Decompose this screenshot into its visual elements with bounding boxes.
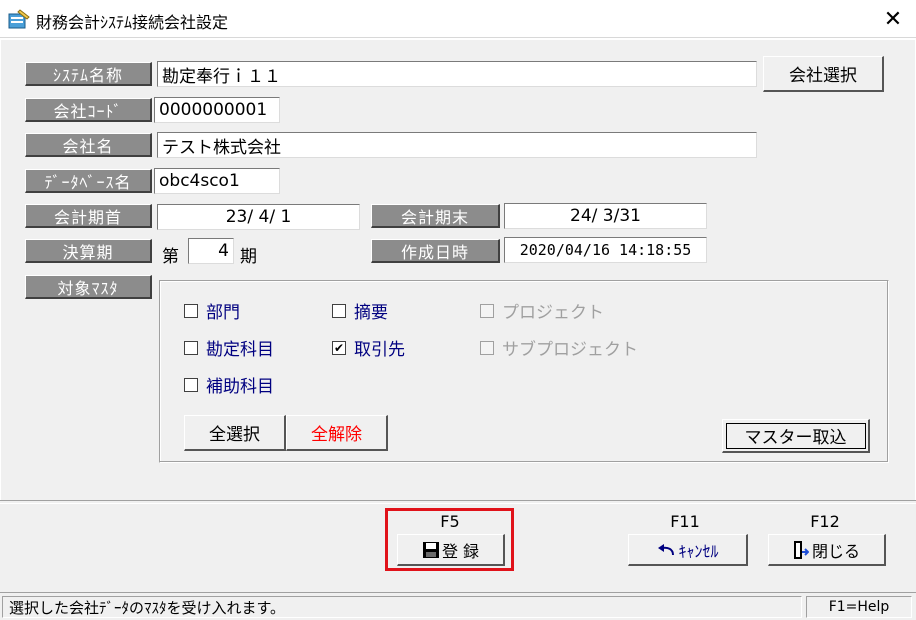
closing-period-prefix: 第 [162,247,179,267]
deselect-all-button[interactable]: 全解除 [286,415,388,451]
checkbox-label: 勘定科目 [206,340,274,360]
closing-period-suffix: 期 [240,247,257,267]
system-name-label: ｼｽﾃﾑ名称 [25,62,152,86]
master-import-button[interactable]: マスター取込 [722,419,870,453]
cancel-button-label: ｷｬﾝｾﾙ [678,541,719,561]
target-master-label: 対象ﾏｽﾀ [25,275,152,299]
close-button[interactable]: 閉じる [768,534,886,566]
fiscal-end-field[interactable]: 24/ 3/31 [504,203,707,229]
app-icon [8,9,30,29]
checkbox-account[interactable]: 勘定科目 [184,335,274,360]
close-button-label: 閉じる [811,541,860,561]
cancel-button[interactable]: ｷｬﾝｾﾙ [628,534,748,566]
exit-door-icon [793,540,809,559]
checkbox-box[interactable] [184,377,198,392]
dialog-window: 財務会計ｼｽﾃﾑ接続会社設定 ✕ ｼｽﾃﾑ名称 勘定奉行ｉ１１ 会社選択 会社ｺ… [0,0,916,620]
created-at-label: 作成日時 [371,239,500,263]
fiscal-start-label: 会計期首 [25,204,152,228]
closing-period-field[interactable]: 4 [188,238,234,264]
form-area: ｼｽﾃﾑ名称 勘定奉行ｉ１１ 会社選択 会社ｺｰﾄﾞ 0000000001 会社… [1,40,915,500]
database-name-label: ﾃﾞｰﾀﾍﾞｰｽ名 [25,169,152,193]
database-name-field[interactable]: obc4sco1 [154,168,280,194]
closing-period-label: 決算期 [25,239,152,263]
checkbox-summary[interactable]: 摘要 [332,298,388,323]
status-message: 選択した会社ﾃﾞｰﾀのﾏｽﾀを受け入れます。 [2,596,802,618]
created-at-field[interactable]: 2020/04/16 14:18:55 [504,237,707,263]
checkbox-label: 取引先 [354,340,405,360]
checkbox-label: プロジェクト [502,303,604,323]
system-name-field[interactable]: 勘定奉行ｉ１１ [157,61,757,87]
checkbox-box[interactable]: ✔ [332,340,346,355]
checkbox-box[interactable] [480,303,494,318]
company-code-field[interactable]: 0000000001 [154,97,280,123]
company-code-label: 会社ｺｰﾄﾞ [25,98,152,122]
undo-arrow-icon [658,543,675,555]
f11-key-label: F11 [670,512,700,531]
fiscal-start-field[interactable]: 23/ 4/ 1 [157,204,360,230]
checkbox-label: サブプロジェクト [502,340,638,360]
checkbox-box[interactable] [332,303,346,318]
close-icon: ✕ [883,6,903,32]
select-all-button[interactable]: 全選択 [184,415,286,451]
target-master-group: 部門 摘要 プロジェクト 勘定科目 ✔ 取引先 サブプロジェクト 補助科目 全選… [159,280,889,463]
title-bar: 財務会計ｼｽﾃﾑ接続会社設定 ✕ [0,0,916,38]
status-bar: 選択した会社ﾃﾞｰﾀのﾏｽﾀを受け入れます。 F1=Help [0,592,916,620]
company-name-label: 会社名 [25,133,152,157]
checkbox-department[interactable]: 部門 [184,298,240,323]
checkbox-subproject[interactable]: サブプロジェクト [480,335,638,360]
checkbox-label: 補助科目 [206,377,274,397]
checkbox-box[interactable] [184,303,198,318]
checkbox-label: 部門 [206,303,240,323]
company-name-field[interactable]: テスト株式会社 [157,132,757,158]
close-window-button[interactable]: ✕ [870,0,916,38]
checkbox-box[interactable] [480,340,494,355]
checkbox-business-partner[interactable]: ✔ 取引先 [332,335,405,360]
window-title: 財務会計ｼｽﾃﾑ接続会社設定 [36,13,229,32]
company-select-button[interactable]: 会社選択 [763,56,884,92]
f12-key-label: F12 [810,512,840,531]
help-hint: F1=Help [806,596,912,618]
checkbox-box[interactable] [184,340,198,355]
highlight-box [385,508,514,571]
fiscal-end-label: 会計期末 [371,204,500,228]
checkbox-label: 摘要 [354,303,388,323]
checkbox-project[interactable]: プロジェクト [480,298,604,323]
checkmark-icon: ✔ [333,340,345,355]
checkbox-sub-account[interactable]: 補助科目 [184,372,274,397]
